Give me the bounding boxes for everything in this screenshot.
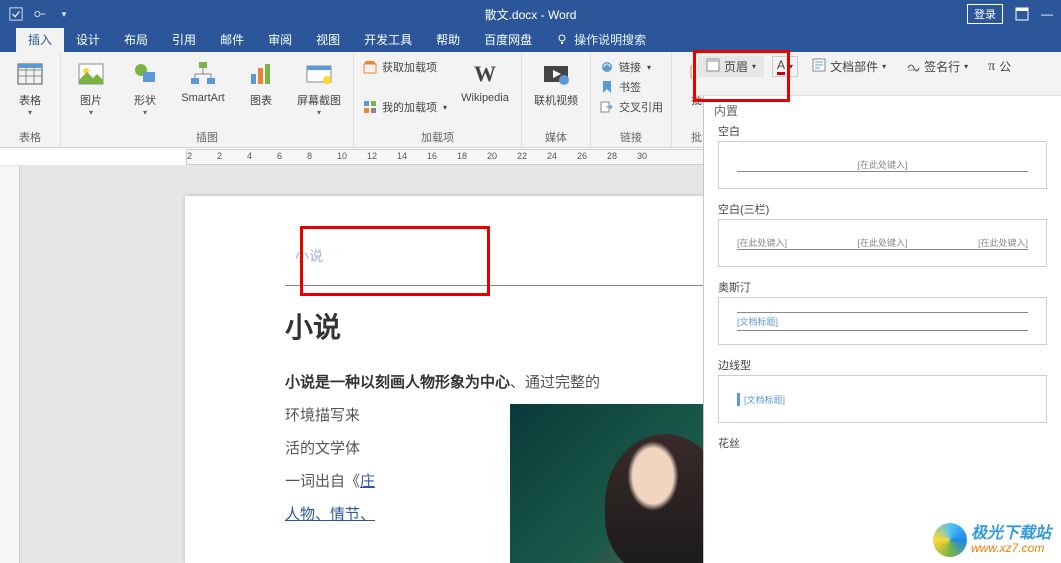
lightbulb-icon bbox=[556, 33, 570, 47]
vertical-ruler[interactable] bbox=[0, 166, 20, 563]
group-links: 链接▾ 书签 交叉引用 链接 bbox=[591, 52, 672, 147]
template-title: 边线型 bbox=[718, 357, 1047, 373]
header-icon bbox=[706, 58, 720, 75]
line4-link[interactable]: 庄 bbox=[360, 473, 375, 490]
chart-button[interactable]: 图表 bbox=[237, 58, 285, 108]
tables-button[interactable]: 表格 ▾ bbox=[6, 58, 54, 117]
tab-help[interactable]: 帮助 bbox=[424, 27, 472, 52]
header-template-austin[interactable]: 奥斯汀 [文档标题] bbox=[704, 277, 1061, 355]
shapes-button[interactable]: 形状▾ bbox=[121, 58, 169, 117]
crossref-icon bbox=[599, 99, 615, 115]
link-icon bbox=[599, 59, 615, 75]
header-template-blank[interactable]: 空白 [在此处键入] bbox=[704, 121, 1061, 199]
group-illustrations-label: 插图 bbox=[67, 129, 347, 147]
store-icon bbox=[362, 59, 378, 75]
watermark: 极光下载站 www.xz7.com bbox=[933, 523, 1051, 557]
tab-mailings[interactable]: 邮件 bbox=[208, 27, 256, 52]
header-template-blank-three[interactable]: 空白(三栏) [在此处键入][在此处键入][在此处键入] bbox=[704, 199, 1061, 277]
tab-view[interactable]: 视图 bbox=[304, 27, 352, 52]
group-tables: 表格 ▾ 表格 bbox=[0, 52, 61, 147]
signature-button[interactable]: 签名行▾ bbox=[900, 56, 974, 77]
title-bar: ▾ 散文.docx - Word 登录 — bbox=[0, 0, 1061, 28]
template-title: 空白(三栏) bbox=[718, 201, 1047, 217]
group-addins-label: 加载项 bbox=[360, 129, 515, 147]
group-media-label: 媒体 bbox=[528, 129, 584, 147]
bookmark-icon bbox=[599, 79, 615, 95]
shapes-icon bbox=[129, 58, 161, 90]
line5b[interactable]: 情节、 bbox=[330, 506, 375, 523]
watermark-logo-icon bbox=[933, 523, 967, 557]
font-color-button[interactable]: A ▾ bbox=[772, 56, 798, 77]
bookmark-button[interactable]: 书签 bbox=[597, 78, 665, 96]
header-template-filigree[interactable]: 花丝 bbox=[704, 433, 1061, 451]
tab-review[interactable]: 审阅 bbox=[256, 27, 304, 52]
ribbon-display-icon[interactable] bbox=[1015, 7, 1029, 21]
ribbon-tabs: 插入 设计 布局 引用 邮件 审阅 视图 开发工具 帮助 百度网盘 操作说明搜索 bbox=[0, 28, 1061, 52]
group-illustrations: 图片▾ 形状▾ SmartArt 图表 屏幕截图▾ 插图 bbox=[61, 52, 354, 147]
get-addins-button[interactable]: 获取加载项 bbox=[360, 58, 449, 76]
chevron-down-icon: ▾ bbox=[28, 108, 32, 117]
tab-developer[interactable]: 开发工具 bbox=[352, 27, 424, 52]
crossref-button[interactable]: 交叉引用 bbox=[597, 98, 665, 116]
tell-me-search[interactable]: 操作说明搜索 bbox=[556, 31, 646, 52]
equation-button[interactable]: π 公 bbox=[982, 56, 1017, 77]
qat-dropdown-icon[interactable]: ▾ bbox=[56, 6, 72, 22]
header-text[interactable]: 小说 bbox=[295, 246, 323, 266]
pictures-button[interactable]: 图片▾ bbox=[67, 58, 115, 117]
chart-icon bbox=[245, 58, 277, 90]
my-addins-button[interactable]: 我的加载项▾ bbox=[360, 98, 449, 116]
group-addins: 获取加载项 我的加载项▾ WWikipedia 加载项 bbox=[354, 52, 522, 147]
pi-icon: π bbox=[988, 59, 995, 75]
login-button[interactable]: 登录 bbox=[967, 4, 1003, 24]
template-title: 空白 bbox=[718, 123, 1047, 139]
tell-me-label: 操作说明搜索 bbox=[574, 31, 646, 48]
textparts-button[interactable]: 文档部件▾ bbox=[806, 56, 892, 77]
video-icon bbox=[540, 58, 572, 90]
watermark-text1: 极光下载站 bbox=[971, 525, 1051, 543]
smartart-icon bbox=[187, 58, 219, 90]
tab-insert[interactable]: 插入 bbox=[16, 27, 64, 52]
builtin-label: 内置 bbox=[704, 96, 1061, 121]
touch-mode-icon[interactable] bbox=[32, 6, 48, 22]
line4a: 一词出自《 bbox=[285, 473, 360, 490]
minimize-icon[interactable]: — bbox=[1041, 7, 1053, 21]
font-icon: A bbox=[777, 58, 785, 75]
group-links-label: 链接 bbox=[597, 129, 665, 147]
tab-design[interactable]: 设计 bbox=[64, 27, 112, 52]
line5a[interactable]: 人物、 bbox=[285, 506, 330, 523]
para-rest: 、通过完整的 bbox=[510, 374, 600, 391]
template-title: 花丝 bbox=[718, 435, 1047, 451]
header-gallery-panel: 内置 空白 [在此处键入] 空白(三栏) [在此处键入][在此处键入][在此处键… bbox=[703, 52, 1061, 563]
group-media: 联机视频 媒体 bbox=[522, 52, 591, 147]
wikipedia-icon: W bbox=[469, 58, 501, 90]
smartart-button[interactable]: SmartArt bbox=[175, 58, 231, 104]
tab-layout[interactable]: 布局 bbox=[112, 27, 160, 52]
online-video-button[interactable]: 联机视频 bbox=[528, 58, 584, 108]
para-bold: 小说是一种以刻画人物形象为中心 bbox=[285, 374, 510, 391]
tab-references[interactable]: 引用 bbox=[160, 27, 208, 52]
quick-access-toolbar: ▾ bbox=[0, 6, 72, 22]
signature-icon bbox=[906, 58, 920, 75]
screenshot-button[interactable]: 屏幕截图▾ bbox=[291, 58, 347, 117]
screenshot-icon bbox=[303, 58, 335, 90]
table-icon bbox=[14, 58, 46, 90]
header-dropdown-button[interactable]: 页眉 ▾ bbox=[698, 56, 764, 77]
picture-icon bbox=[75, 58, 107, 90]
header-label: 页眉 bbox=[724, 58, 748, 75]
template-title: 奥斯汀 bbox=[718, 279, 1047, 295]
autosave-icon[interactable] bbox=[8, 6, 24, 22]
textparts-icon bbox=[812, 58, 826, 75]
window-title: 散文.docx - Word bbox=[485, 6, 577, 23]
link-button[interactable]: 链接▾ bbox=[597, 58, 665, 76]
watermark-text2: www.xz7.com bbox=[971, 542, 1051, 555]
tab-baidu[interactable]: 百度网盘 bbox=[472, 27, 544, 52]
group-tables-label: 表格 bbox=[6, 129, 54, 147]
wikipedia-button[interactable]: WWikipedia bbox=[455, 58, 515, 104]
tables-label: 表格 bbox=[19, 92, 41, 108]
addins-icon bbox=[362, 99, 378, 115]
header-template-border[interactable]: 边线型 [文档标题] bbox=[704, 355, 1061, 433]
